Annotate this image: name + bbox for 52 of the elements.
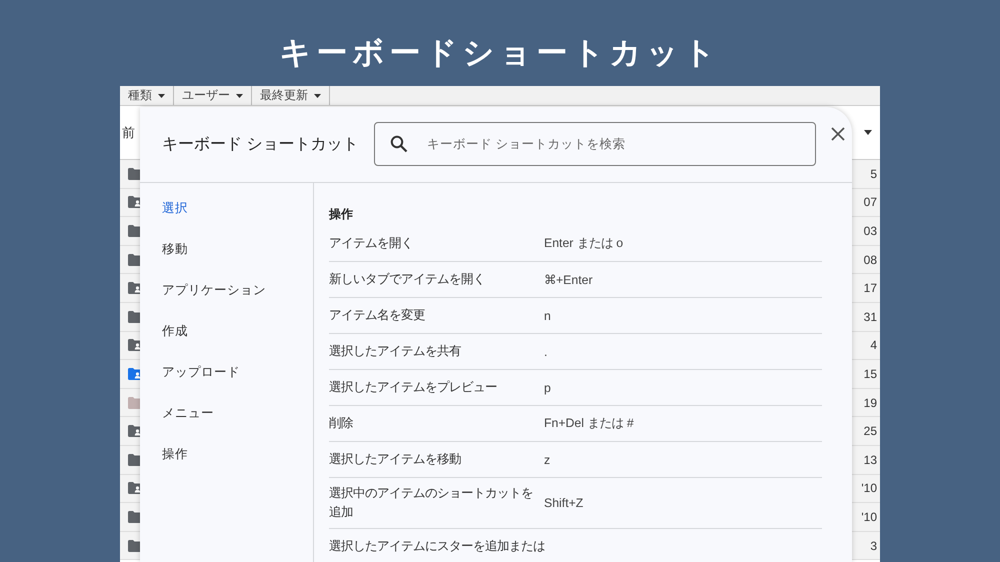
modified-date: 17 [864,281,877,296]
modified-date: 31 [864,310,877,324]
shortcut-action: 選択したアイテムを移動 [329,450,462,468]
search-icon [390,134,408,152]
shortcut-action: 新しいタブでアイテムを開く [329,270,486,288]
modified-date: 3 [870,538,877,553]
filter-chip[interactable]: 種類 [120,86,174,105]
modified-date: 07 [864,195,877,210]
section-heading: 操作 [329,206,354,223]
caret-icon [158,94,165,98]
shortcut-keys: Enter または o [544,235,624,252]
nav-item[interactable]: アップロード [140,364,313,405]
modified-date: 4 [870,338,877,352]
search-field[interactable]: キーボード ショートカットを検索 [374,122,816,166]
modified-date: '10 [861,481,877,496]
shortcut-keys: . [544,344,548,358]
modified-date: 25 [864,424,877,438]
nav-item[interactable]: メニュー [140,405,313,446]
slide-title: キーボードショートカット [280,34,720,72]
modified-date: 5 [870,166,877,181]
caret-icon [314,94,321,98]
modified-date: '10 [861,510,877,524]
modified-date: 13 [864,452,877,467]
nav-item[interactable]: 移動 [140,241,313,282]
shortcut-keys: Shift+Z [544,496,584,510]
nav-item[interactable]: 作成 [140,323,313,364]
filter-chip[interactable]: 最終更新 [252,86,330,105]
close-icon[interactable] [831,126,845,140]
column-header: 前 [121,124,135,142]
nav-item[interactable]: 選択 [140,200,313,241]
dialog-title: キーボード ショートカット [162,135,360,155]
shortcut-keys: p [544,380,551,394]
shortcut-action: アイテム名を変更 [329,306,426,324]
modified-date: 15 [864,366,877,381]
shortcut-action: 選択中のアイテムのショートカットを追加 [329,485,534,522]
nav-item[interactable]: 操作 [140,446,313,487]
shortcut-action: 選択したアイテムをプレビュー [329,378,498,396]
shortcut-action: 選択したアイテムを共有 [329,342,462,360]
modified-date: 03 [864,224,877,238]
modified-date: 08 [864,252,877,267]
shortcut-keys: Fn+Del または # [544,415,634,432]
caret-icon[interactable] [864,130,872,135]
shortcut-action: アイテムを開く [329,234,414,252]
shortcut-keys: n [544,308,551,322]
shortcut-action: 削除 [329,414,354,432]
caret-icon [236,94,243,98]
nav-item[interactable]: アプリケーション [140,282,313,323]
modified-date: 19 [864,396,877,410]
filter-chip[interactable]: ユーザー [174,86,252,105]
shortcut-action: 選択したアイテムにスターを追加または [329,538,545,556]
shortcut-keys: z [544,452,550,466]
shortcut-keys: ⌘+Enter [544,272,593,286]
